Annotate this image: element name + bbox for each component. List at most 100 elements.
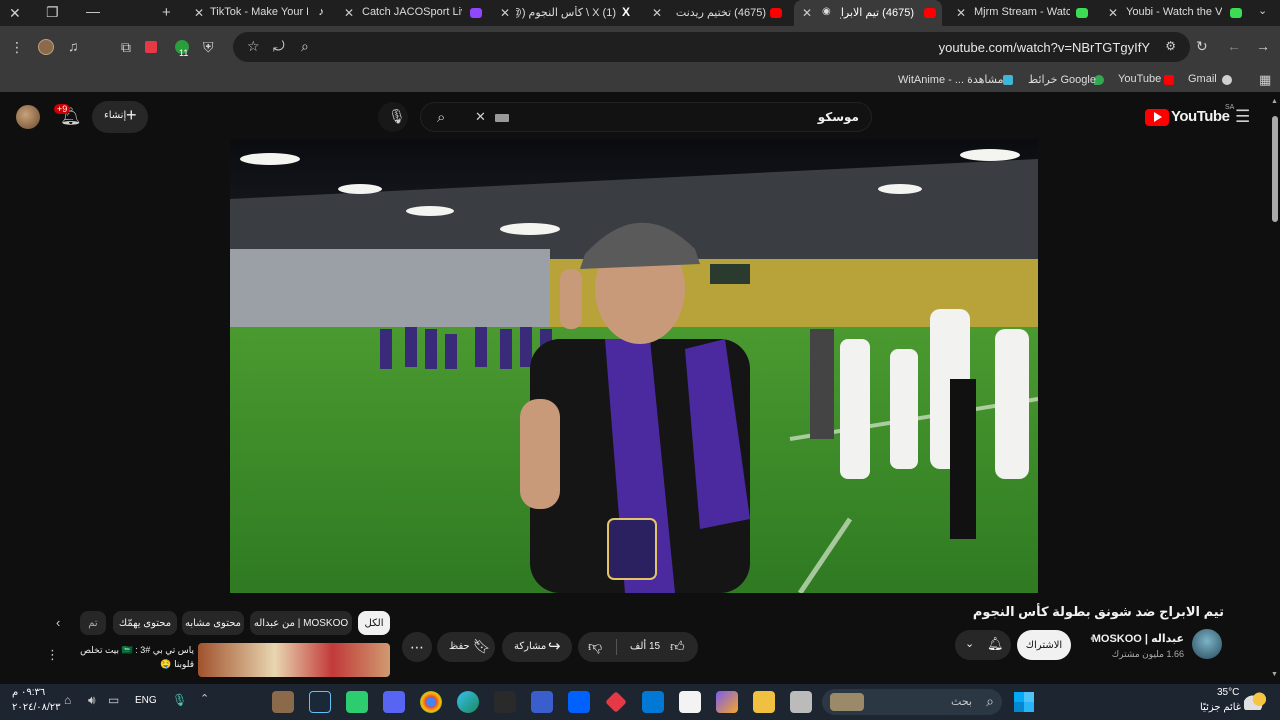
back-icon[interactable]: →: [1256, 39, 1270, 53]
app-icon[interactable]: [605, 691, 627, 713]
bookmark-maps[interactable]: خرائط Google: [1028, 73, 1096, 86]
reading-list-icon[interactable]: ⤾: [273, 39, 285, 53]
address-bar[interactable]: ⧉ 11 ⛨ ☆ ⤾ ⌕ youtube.com/watch?v=NBrTGTg…: [121, 32, 1190, 62]
chip-all[interactable]: الكل: [358, 611, 390, 635]
dislike-button[interactable]: 👎︎: [588, 638, 602, 655]
clear-search-icon[interactable]: ✕: [475, 110, 486, 123]
video-player[interactable]: [230, 139, 1038, 593]
tab-mjrm[interactable]: ✕ Mjrm Stream - Watch: [950, 0, 1096, 26]
search-input[interactable]: موسكو: [818, 110, 859, 124]
windows-start-icon[interactable]: [1014, 692, 1034, 712]
like-button[interactable]: 👍︎: [670, 638, 685, 655]
tab-active-video[interactable]: ✕ ◉ (4675) تيم الابراج: [794, 0, 942, 26]
subscribe-button[interactable]: الاشتراك: [1017, 630, 1071, 660]
channel-name[interactable]: عبداله | MOSKOO: [1092, 632, 1184, 645]
close-tab-icon[interactable]: ✕: [500, 6, 510, 20]
extension-icon[interactable]: [145, 41, 157, 53]
close-tab-icon[interactable]: ✕: [802, 6, 812, 20]
scroll-up-icon[interactable]: ▲: [1271, 98, 1278, 105]
close-window-icon[interactable]: ✕: [9, 6, 21, 20]
site-settings-icon[interactable]: ⚙: [1165, 40, 1176, 52]
save-button[interactable]: حفظ 🔖︎: [437, 632, 495, 662]
zoom-icon[interactable]: ⌕: [301, 39, 309, 53]
weather-cloud-icon[interactable]: [1244, 692, 1266, 710]
chip-related[interactable]: محتوى مشابه: [182, 611, 244, 635]
chip-for-you[interactable]: محتوى يهمّك: [113, 611, 177, 635]
page-scrollbar[interactable]: ▲ ▼: [1270, 96, 1280, 684]
close-tab-icon[interactable]: ✕: [194, 6, 204, 20]
file-explorer-icon[interactable]: [753, 691, 775, 713]
minimize-window-icon[interactable]: —: [86, 4, 100, 18]
android-icon[interactable]: [346, 691, 368, 713]
chip-from-channel[interactable]: من عبداله | MOSKOO: [250, 611, 352, 635]
recommendation-title[interactable]: ياس تي بي 🇸🇦 : 3# بيت تخلص: [80, 645, 194, 656]
reload-icon[interactable]: ↻: [1196, 39, 1208, 53]
display-icon[interactable]: ▭: [108, 694, 119, 706]
tab-jacosport[interactable]: ✕ Catch JACOSport Live: [340, 0, 488, 26]
steam-icon[interactable]: [309, 691, 331, 713]
copilot-icon[interactable]: [716, 691, 738, 713]
bookmark-star-icon[interactable]: ☆: [247, 39, 260, 53]
twitch-icon: [470, 8, 482, 18]
discord-icon[interactable]: [383, 691, 405, 713]
chrome-icon[interactable]: [420, 691, 442, 713]
tab-tiktok[interactable]: ✕ TikTok - Make Your D ♪: [190, 0, 330, 26]
scroll-down-icon[interactable]: ▼: [1271, 671, 1278, 678]
taskbar-search[interactable]: بحث ⌕: [822, 689, 1002, 715]
more-actions-button[interactable]: ⋯: [402, 632, 432, 662]
new-tab-icon[interactable]: +: [162, 5, 171, 20]
taskbar-time[interactable]: ٠٩:٣٦ م: [12, 687, 45, 698]
bookmark-gmail[interactable]: Gmail: [1188, 73, 1217, 85]
mail-icon[interactable]: [642, 691, 664, 713]
store-icon[interactable]: [679, 691, 701, 713]
bookmark-witanime[interactable]: مشاهدة ... - WitAnime: [898, 73, 1003, 86]
close-tab-icon[interactable]: ✕: [956, 6, 966, 20]
taskbar-date[interactable]: ٢٠٢٤/٠٨/٢٣: [12, 702, 61, 713]
extensions-icon[interactable]: ⧉: [121, 40, 131, 54]
media-control-icon[interactable]: ♫: [68, 39, 79, 53]
restore-window-icon[interactable]: ❐: [46, 5, 59, 19]
tray-chevron-icon[interactable]: ⌃: [200, 694, 209, 705]
forward-icon[interactable]: ←: [1227, 39, 1241, 53]
tab-search-icon[interactable]: ⌄: [1258, 6, 1267, 17]
scroll-thumb[interactable]: [1272, 116, 1278, 222]
like-count[interactable]: 15 ألف: [630, 641, 660, 652]
weather-temp[interactable]: 35°C: [1217, 687, 1239, 698]
notification-bell-button[interactable]: ⌄ 🔔︎: [955, 630, 1011, 660]
dropbox-icon[interactable]: [568, 691, 590, 713]
tab-tatkhim[interactable]: ✕ (4675) تختيم ريدنت: [648, 0, 788, 26]
recommendation-menu-icon[interactable]: ⋮: [46, 648, 59, 661]
mic-icon[interactable]: 🎙︎: [172, 694, 187, 706]
profile-avatar[interactable]: [38, 39, 54, 55]
tab-x[interactable]: ✕ (1) X \ كأس النجوم (@ X: [496, 0, 636, 26]
account-avatar[interactable]: [16, 105, 40, 129]
close-tab-icon[interactable]: ✕: [344, 6, 354, 20]
epic-games-icon[interactable]: [494, 691, 516, 713]
close-tab-icon[interactable]: ✕: [652, 6, 662, 20]
app-icon[interactable]: [272, 691, 294, 713]
app-icon[interactable]: [531, 691, 553, 713]
tab-youbi[interactable]: ✕ Youbi - Watch the VO: [1104, 0, 1250, 26]
recommendation-thumbnail[interactable]: [198, 643, 390, 677]
keyboard-icon[interactable]: [495, 114, 509, 122]
chips-scroll-left-icon[interactable]: ‹: [56, 616, 60, 629]
menu-dots-icon[interactable]: ⋮: [10, 40, 24, 54]
search-box[interactable]: ⌕ ✕ موسكو: [420, 102, 872, 132]
shield-icon[interactable]: ⛨: [203, 40, 214, 54]
language-indicator[interactable]: ENG: [135, 695, 157, 706]
volume-icon[interactable]: 🔊︎: [88, 694, 96, 706]
bookmark-youtube[interactable]: YouTube: [1118, 73, 1161, 85]
close-tab-icon[interactable]: ✕: [1108, 6, 1118, 20]
audio-playing-icon[interactable]: ◉: [822, 6, 831, 17]
create-button[interactable]: إنشاء +: [92, 101, 148, 133]
share-button[interactable]: مشاركة ↪: [502, 632, 572, 662]
url-text[interactable]: youtube.com/watch?v=NBrTGTgyIfY: [939, 40, 1150, 55]
network-icon[interactable]: ⌂: [64, 694, 71, 706]
channel-avatar[interactable]: [1192, 629, 1222, 659]
hamburger-menu-icon[interactable]: ☰: [1235, 108, 1250, 125]
search-icon[interactable]: ⌕: [437, 110, 445, 125]
chip-recent[interactable]: تم: [80, 611, 106, 635]
apps-grid-icon[interactable]: ▦: [1259, 73, 1271, 86]
app-icon[interactable]: [790, 691, 812, 713]
edge-icon[interactable]: [457, 691, 479, 713]
